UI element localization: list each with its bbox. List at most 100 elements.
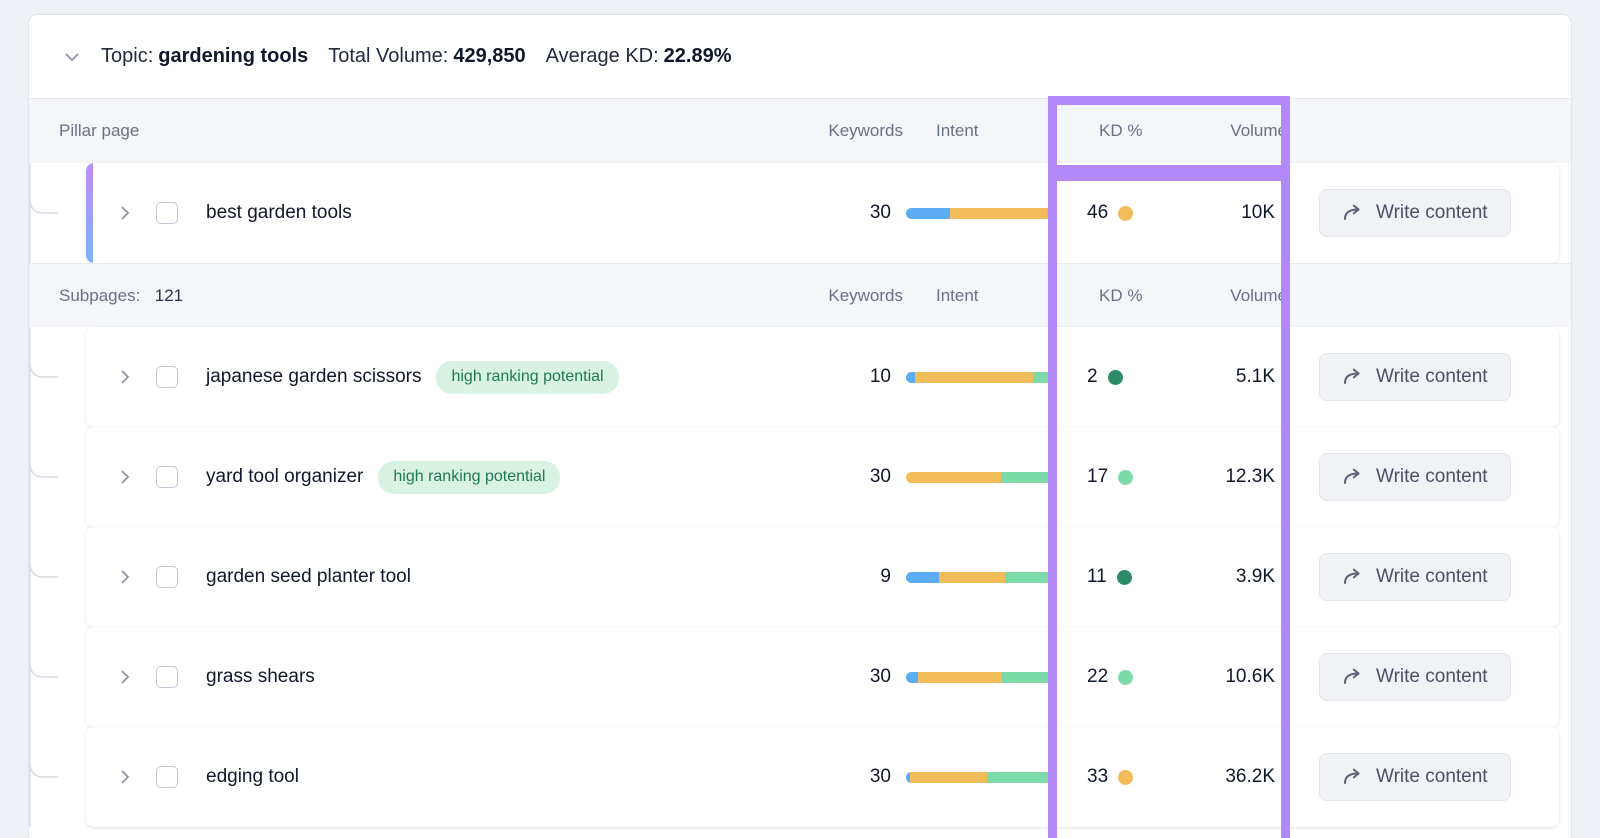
row-keyword-label: edging tool xyxy=(206,766,299,788)
write-content-button[interactable]: Write content xyxy=(1319,189,1511,237)
subpage-row[interactable]: edging tool303336.2KWrite content xyxy=(86,727,1559,827)
cell-action: Write content xyxy=(1291,189,1559,237)
row-select-checkbox[interactable] xyxy=(156,566,178,588)
cell-keywords: 30 xyxy=(771,666,891,688)
arrow-curve-right-icon xyxy=(1342,567,1364,587)
row-select-checkbox[interactable] xyxy=(156,366,178,388)
column-header-keywords-sub[interactable]: Keywords xyxy=(783,286,903,306)
intent-bar xyxy=(906,772,1054,783)
intent-segment-navigational xyxy=(906,672,918,683)
cell-kd: 22 xyxy=(1069,666,1161,688)
expand-row-chevron-right-icon[interactable] xyxy=(108,760,142,794)
kd-difficulty-dot xyxy=(1108,370,1123,385)
intent-segment-commercial xyxy=(939,572,1006,583)
column-header-intent[interactable]: Intent xyxy=(903,121,963,141)
expand-row-chevron-right-icon[interactable] xyxy=(108,660,142,694)
row-keyword-label: japanese garden scissors xyxy=(206,366,421,388)
cell-intent xyxy=(891,372,1069,383)
intent-segment-commercial xyxy=(915,372,1033,383)
intent-segment-transactional xyxy=(1033,372,1054,383)
row-keyword-label: best garden tools xyxy=(206,202,352,224)
cell-kd: 33 xyxy=(1069,766,1161,788)
write-content-label: Write content xyxy=(1376,566,1488,588)
table-row: yard tool organizer high ranking potentia… xyxy=(29,427,1571,527)
expand-row-chevron-right-icon[interactable] xyxy=(108,560,142,594)
row-keyword-label: grass shears xyxy=(206,666,315,688)
cell-intent xyxy=(891,772,1069,783)
subpage-row[interactable]: grass shears302210.6KWrite content xyxy=(86,627,1559,727)
subpage-row[interactable]: yard tool organizer high ranking potentia… xyxy=(86,427,1559,527)
cell-kd: 2 xyxy=(1069,366,1161,388)
write-content-button[interactable]: Write content xyxy=(1319,553,1511,601)
intent-bar xyxy=(906,208,1054,219)
row-select-checkbox[interactable] xyxy=(156,666,178,688)
cell-intent xyxy=(891,208,1069,219)
expand-row-chevron-right-icon[interactable] xyxy=(108,196,142,230)
kd-value: 46 xyxy=(1087,202,1108,224)
column-header-intent-sub[interactable]: Intent xyxy=(903,286,963,306)
status-badge: high ranking potential xyxy=(436,361,618,394)
write-content-button[interactable]: Write content xyxy=(1319,653,1511,701)
arrow-curve-right-icon xyxy=(1342,467,1364,487)
cell-action: Write content xyxy=(1291,753,1559,801)
topic-value: gardening tools xyxy=(158,45,308,68)
intent-segment-transactional xyxy=(1002,672,1054,683)
table-row: japanese garden scissors high ranking pot… xyxy=(29,327,1571,427)
write-content-button[interactable]: Write content xyxy=(1319,353,1511,401)
topic-summary: Topic: gardening tools Total Volume: 429… xyxy=(101,45,732,68)
pillar-row[interactable]: best garden tools304610KWrite content xyxy=(86,163,1559,263)
cell-intent xyxy=(891,572,1069,583)
column-header-pillar-page: Pillar page xyxy=(29,121,783,141)
total-volume-value: 429,850 xyxy=(453,45,525,68)
intent-segment-commercial xyxy=(950,208,1046,219)
topic-label: Topic: xyxy=(101,45,153,68)
average-kd-value: 22.89% xyxy=(664,45,732,68)
cell-volume: 3.9K xyxy=(1161,566,1291,588)
subpage-row[interactable]: garden seed planter tool9113.9KWrite con… xyxy=(86,527,1559,627)
intent-segment-commercial xyxy=(906,472,1001,483)
kd-value: 17 xyxy=(1087,466,1108,488)
column-header-kd-sub[interactable]: KD % xyxy=(1081,286,1173,306)
column-header-volume-sub[interactable]: Volume xyxy=(1173,286,1303,306)
intent-segment-navigational xyxy=(906,208,950,219)
cell-action: Write content xyxy=(1291,553,1559,601)
pillar-column-header: Pillar page Keywords Intent KD % Volume xyxy=(29,99,1571,163)
column-header-volume[interactable]: Volume xyxy=(1173,121,1303,141)
write-content-label: Write content xyxy=(1376,766,1488,788)
row-select-checkbox[interactable] xyxy=(156,766,178,788)
arrow-curve-right-icon xyxy=(1342,667,1364,687)
cell-action: Write content xyxy=(1291,353,1559,401)
intent-segment-commercial xyxy=(918,672,1002,683)
intent-segment-transactional xyxy=(987,772,1054,783)
subpages-label: Subpages: xyxy=(59,286,140,305)
expand-row-chevron-right-icon[interactable] xyxy=(108,460,142,494)
kd-value: 22 xyxy=(1087,666,1108,688)
cell-intent xyxy=(891,672,1069,683)
row-keyword-label: garden seed planter tool xyxy=(206,566,411,588)
row-select-checkbox[interactable] xyxy=(156,466,178,488)
pillar-row-list: best garden tools304610KWrite content xyxy=(29,163,1571,263)
table-row: edging tool303336.2KWrite content xyxy=(29,727,1571,827)
cell-volume: 5.1K xyxy=(1161,366,1291,388)
keyword-strategy-screen: Topic: gardening tools Total Volume: 429… xyxy=(0,0,1600,838)
intent-bar xyxy=(906,672,1054,683)
write-content-button[interactable]: Write content xyxy=(1319,453,1511,501)
total-volume-label: Total Volume: xyxy=(328,45,448,68)
kd-value: 2 xyxy=(1087,366,1098,388)
cell-keywords: 30 xyxy=(771,766,891,788)
cell-volume: 10K xyxy=(1161,202,1291,224)
expand-row-chevron-right-icon[interactable] xyxy=(108,360,142,394)
column-header-keywords[interactable]: Keywords xyxy=(783,121,903,141)
column-header-kd[interactable]: KD % xyxy=(1081,121,1173,141)
subpages-column-header: Subpages: 121 Keywords Intent KD % Volum… xyxy=(29,263,1571,327)
row-select-checkbox[interactable] xyxy=(156,202,178,224)
write-content-button[interactable]: Write content xyxy=(1319,753,1511,801)
chevron-down-icon[interactable] xyxy=(57,42,87,72)
subpage-row[interactable]: japanese garden scissors high ranking pot… xyxy=(86,327,1559,427)
intent-segment-navigational xyxy=(906,372,915,383)
cell-keywords: 30 xyxy=(771,466,891,488)
subpage-row-list: japanese garden scissors high ranking pot… xyxy=(29,327,1571,827)
write-content-label: Write content xyxy=(1376,202,1488,224)
status-badge: high ranking potential xyxy=(378,461,560,494)
row-keyword-label: yard tool organizer xyxy=(206,466,363,488)
